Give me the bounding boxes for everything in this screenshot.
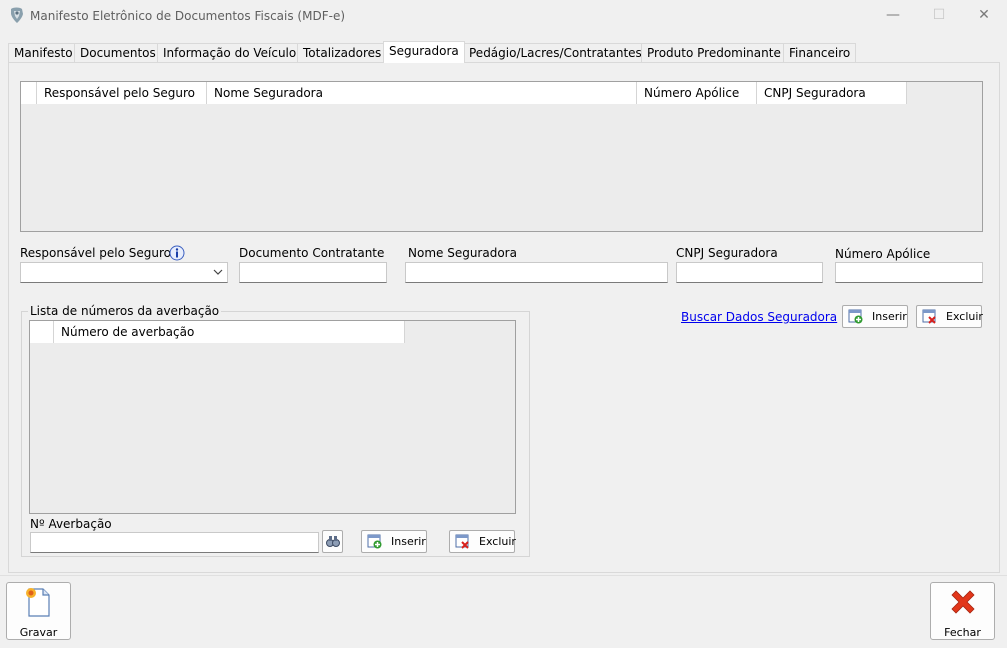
- inserir-seguradora-label: Inserir: [872, 310, 907, 323]
- delete-icon: [922, 309, 936, 324]
- numero-apolice-label: Número Apólice: [835, 247, 931, 261]
- buscar-dados-seguradora-link[interactable]: Buscar Dados Seguradora: [681, 310, 837, 324]
- close-x-icon: [951, 590, 975, 614]
- inserir-averbacao-label: Inserir: [391, 535, 426, 548]
- tab-seguradora[interactable]: Seguradora: [383, 41, 465, 63]
- tab-totalizadores[interactable]: Totalizadores: [297, 43, 388, 63]
- row-indicator-header: [30, 321, 54, 343]
- column-header-cnpj-seguradora[interactable]: CNPJ Seguradora: [757, 82, 907, 104]
- footer-divider: [0, 575, 1007, 576]
- row-indicator-header: [21, 82, 37, 104]
- gravar-label: Gravar: [19, 626, 58, 639]
- excluir-seguradora-button[interactable]: Excluir: [916, 305, 983, 328]
- tab-pedagio-lacres-contratantes[interactable]: Pedágio/Lacres/Contratantes: [463, 43, 648, 63]
- fechar-label: Fechar: [944, 626, 981, 639]
- lookup-button[interactable]: [322, 530, 343, 553]
- new-document-icon: [26, 588, 50, 617]
- excluir-averbacao-button[interactable]: Excluir: [449, 530, 516, 553]
- nome-seguradora-label: Nome Seguradora: [408, 246, 517, 260]
- maximize-button[interactable]: ☐: [916, 0, 962, 30]
- averbacao-group-title: Lista de números da averbação: [28, 304, 222, 318]
- seguros-grid[interactable]: Responsável pelo Seguro Nome Seguradora …: [20, 81, 983, 232]
- minimize-button[interactable]: —: [870, 0, 916, 30]
- numero-averbacao-field[interactable]: [30, 532, 319, 553]
- fechar-button[interactable]: Fechar: [930, 582, 995, 640]
- binoculars-icon: [326, 536, 340, 547]
- excluir-seguradora-label: Excluir: [946, 310, 983, 323]
- column-header-numero-averbacao[interactable]: Número de averbação: [54, 321, 405, 343]
- inserir-averbacao-button[interactable]: Inserir: [361, 530, 427, 553]
- column-header-nome-seguradora[interactable]: Nome Seguradora: [207, 82, 637, 104]
- documento-contratante-field[interactable]: [239, 262, 387, 283]
- app-logo-icon: [11, 7, 23, 23]
- documento-contratante-label: Documento Contratante: [239, 246, 385, 260]
- numero-apolice-field[interactable]: [835, 262, 983, 283]
- cnpj-seguradora-label: CNPJ Seguradora: [676, 246, 778, 260]
- tab-documentos[interactable]: Documentos: [74, 43, 162, 63]
- tab-produto-predominante[interactable]: Produto Predominante: [641, 43, 787, 63]
- averbacao-grid-header: Número de averbação: [30, 321, 405, 343]
- tab-informacao-veiculo[interactable]: Informação do Veículo: [157, 43, 303, 63]
- close-window-button[interactable]: ✕: [961, 0, 1007, 30]
- nome-seguradora-field[interactable]: [405, 262, 668, 283]
- seguros-grid-header: Responsável pelo Seguro Nome Seguradora …: [21, 82, 907, 104]
- tab-manifesto[interactable]: Manifesto: [8, 43, 79, 63]
- add-icon: [848, 309, 863, 324]
- window-title: Manifesto Eletrônico de Documentos Fisca…: [30, 9, 346, 23]
- tab-financeiro[interactable]: Financeiro: [783, 43, 857, 63]
- add-icon: [367, 534, 382, 549]
- column-header-responsavel[interactable]: Responsável pelo Seguro: [37, 82, 207, 104]
- excluir-averbacao-label: Excluir: [479, 535, 516, 548]
- responsavel-select[interactable]: [20, 262, 228, 283]
- gravar-button[interactable]: Gravar: [6, 582, 71, 640]
- info-icon[interactable]: [169, 245, 185, 261]
- cnpj-seguradora-field[interactable]: [676, 262, 823, 283]
- numero-averbacao-label: Nº Averbação: [30, 517, 112, 531]
- delete-icon: [455, 534, 469, 549]
- column-header-numero-apolice[interactable]: Número Apólice: [637, 82, 757, 104]
- responsavel-label: Responsável pelo Seguro: [20, 246, 171, 260]
- inserir-seguradora-button[interactable]: Inserir: [842, 305, 908, 328]
- chevron-down-icon: [213, 269, 223, 275]
- title-bar: Manifesto Eletrônico de Documentos Fisca…: [0, 0, 1007, 32]
- averbacao-grid[interactable]: Número de averbação: [29, 320, 516, 514]
